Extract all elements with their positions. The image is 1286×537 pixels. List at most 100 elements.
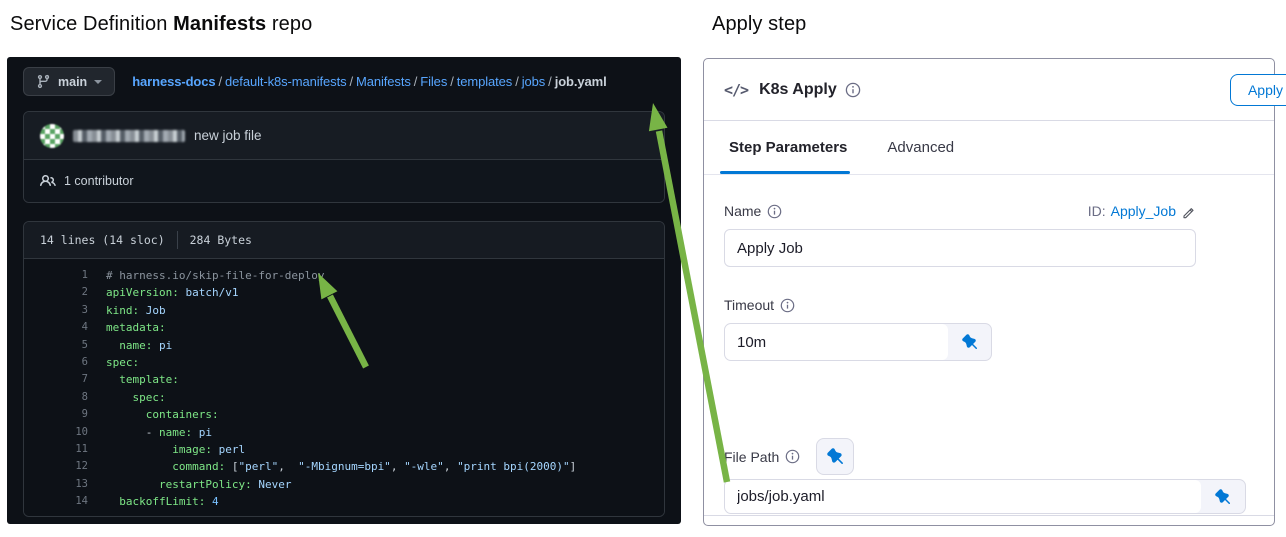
timeout-pin-icon[interactable] — [948, 324, 991, 360]
line-number[interactable]: 5 — [24, 337, 88, 354]
code-text: - name: pi — [106, 425, 212, 439]
left-title-suffix: repo — [266, 13, 313, 35]
timeout-input[interactable] — [725, 324, 948, 360]
page: Service Definition Manifests repo Apply … — [0, 0, 1286, 537]
code-text: template: — [119, 373, 179, 387]
pin-icon — [826, 448, 843, 464]
code-line: 5 name: pi — [24, 337, 664, 354]
code-text: containers: — [145, 408, 219, 422]
code-line: 7 template: — [24, 371, 664, 388]
file-path-label: File Path — [724, 449, 800, 465]
tab-label: Advanced — [887, 139, 955, 156]
code-line: 12 command: ["perl", "-Mbignum=bpi", "-w… — [24, 458, 664, 475]
code-text: name: pi — [119, 338, 173, 352]
contributors-link[interactable]: 1 contributor — [64, 174, 133, 188]
code-text: backoffLimit: 4 — [119, 495, 219, 509]
name-input[interactable] — [724, 229, 1196, 267]
file-path-field — [724, 479, 1246, 514]
censored-username — [73, 129, 185, 142]
line-number[interactable]: 3 — [24, 302, 88, 319]
line-number[interactable]: 14 — [24, 493, 88, 510]
line-number[interactable]: 12 — [24, 458, 88, 475]
timeout-info-icon[interactable] — [780, 298, 795, 313]
timeout-label-text: Timeout — [724, 297, 775, 313]
step-id: ID: Apply_Job — [1088, 203, 1196, 219]
tab-step-parameters[interactable]: Step Parameters — [720, 121, 851, 174]
code-text: spec: — [132, 390, 166, 404]
file-path-label-text: File Path — [724, 448, 780, 465]
branch-selector-button[interactable]: main — [23, 67, 116, 96]
commit-row: new job file — [24, 112, 664, 159]
code-line: 9 containers: — [24, 406, 664, 423]
avatar[interactable] — [40, 123, 64, 148]
id-label: ID: — [1087, 203, 1106, 219]
line-number[interactable]: 2 — [24, 284, 88, 301]
breadcrumb-separator: / — [413, 74, 418, 89]
left-title-bold: Manifests — [173, 13, 267, 35]
timeout-field — [724, 323, 992, 361]
breadcrumb-separator: / — [515, 74, 519, 89]
k8s-apply-step-card: </> K8s Apply Apply Step Parameters Advan… — [703, 58, 1286, 526]
edit-pencil-icon[interactable] — [1181, 204, 1196, 219]
github-topbar: main harness-docs / default-k8s-manifests /… — [7, 57, 681, 96]
step-info-icon[interactable] — [845, 82, 861, 98]
line-number[interactable]: 8 — [24, 389, 88, 406]
line-number[interactable]: 6 — [24, 354, 88, 371]
code-line: 14 backoffLimit: 4 — [24, 493, 664, 510]
breadcrumb-segment[interactable]: Manifests — [356, 74, 411, 89]
line-number[interactable]: 9 — [24, 406, 88, 423]
name-label-row: Name ID: Apply_Job — [724, 203, 1196, 219]
right-section-title: Apply step — [712, 13, 807, 35]
line-number[interactable]: 13 — [24, 476, 88, 493]
code-text: command: ["perl", "-Mbignum=bpi", "-wle"… — [172, 460, 577, 474]
line-number[interactable]: 1 — [24, 267, 88, 284]
breadcrumb-segment[interactable]: Files — [420, 74, 447, 89]
tab-advanced[interactable]: Advanced — [887, 121, 954, 174]
code-text: spec: — [106, 356, 140, 370]
step-title: K8s Apply — [759, 80, 837, 98]
divider — [176, 231, 178, 249]
breadcrumb-segment[interactable]: harness-docs — [132, 74, 215, 89]
code-text: # harness.io/skip-file-for-deploy — [106, 269, 325, 282]
breadcrumb-segment[interactable]: default-k8s-manifests — [225, 74, 347, 89]
code-step-icon: </> — [724, 80, 749, 99]
file-size-info: 284 Bytes — [189, 233, 252, 247]
contributors-row: 1 contributor — [24, 159, 664, 202]
file-path-label-row: File Path — [724, 438, 855, 475]
breadcrumb-segment[interactable]: templates — [457, 74, 513, 89]
code-line: 8 spec: — [24, 389, 664, 406]
code-line: 1 # harness.io/skip-file-for-deploy — [24, 267, 664, 284]
step-tabs: Step Parameters Advanced — [704, 121, 1274, 175]
github-file-panel: main harness-docs / default-k8s-manifests /… — [7, 57, 681, 524]
file-path-info-icon[interactable] — [785, 449, 800, 464]
code-line: 10 - name: pi — [24, 424, 664, 441]
latest-commit-card: new job file 1 contributor — [23, 111, 665, 203]
line-number[interactable]: 11 — [24, 441, 88, 458]
code-line: 2 apiVersion: batch/v1 — [24, 284, 664, 301]
breadcrumb-segment[interactable]: jobs — [522, 74, 546, 89]
commit-message[interactable]: new job file — [194, 128, 262, 143]
branch-name: main — [58, 74, 88, 89]
breadcrumb-separator: / — [548, 74, 552, 89]
file-path-pin-button[interactable] — [816, 438, 855, 475]
code-text: restartPolicy: Never — [158, 477, 292, 491]
code-line: 13 restartPolicy: Never — [24, 476, 664, 493]
code-text: image: perl — [172, 443, 246, 457]
name-info-icon[interactable] — [767, 204, 782, 219]
breadcrumb: harness-docs / default-k8s-manifests / Manif… — [132, 74, 607, 89]
line-number[interactable]: 7 — [24, 371, 88, 388]
file-path-input[interactable] — [725, 480, 1201, 513]
code-line: 3 kind: Job — [24, 302, 664, 319]
code-line: 11 image: perl — [24, 441, 664, 458]
git-branch-icon — [37, 74, 50, 89]
id-value-link[interactable]: Apply_Job — [1111, 203, 1176, 219]
file-path-input-pin-icon[interactable] — [1201, 480, 1245, 513]
code-text: kind: Job — [106, 303, 166, 317]
file-info-bar: 14 lines (14 sloc) 284 Bytes — [24, 222, 664, 259]
active-tab-indicator — [720, 170, 851, 174]
chevron-down-icon — [94, 80, 103, 84]
apply-button[interactable]: Apply — [1229, 74, 1286, 106]
line-number[interactable]: 10 — [24, 424, 88, 441]
name-label: Name — [724, 203, 782, 219]
line-number[interactable]: 4 — [24, 319, 88, 336]
